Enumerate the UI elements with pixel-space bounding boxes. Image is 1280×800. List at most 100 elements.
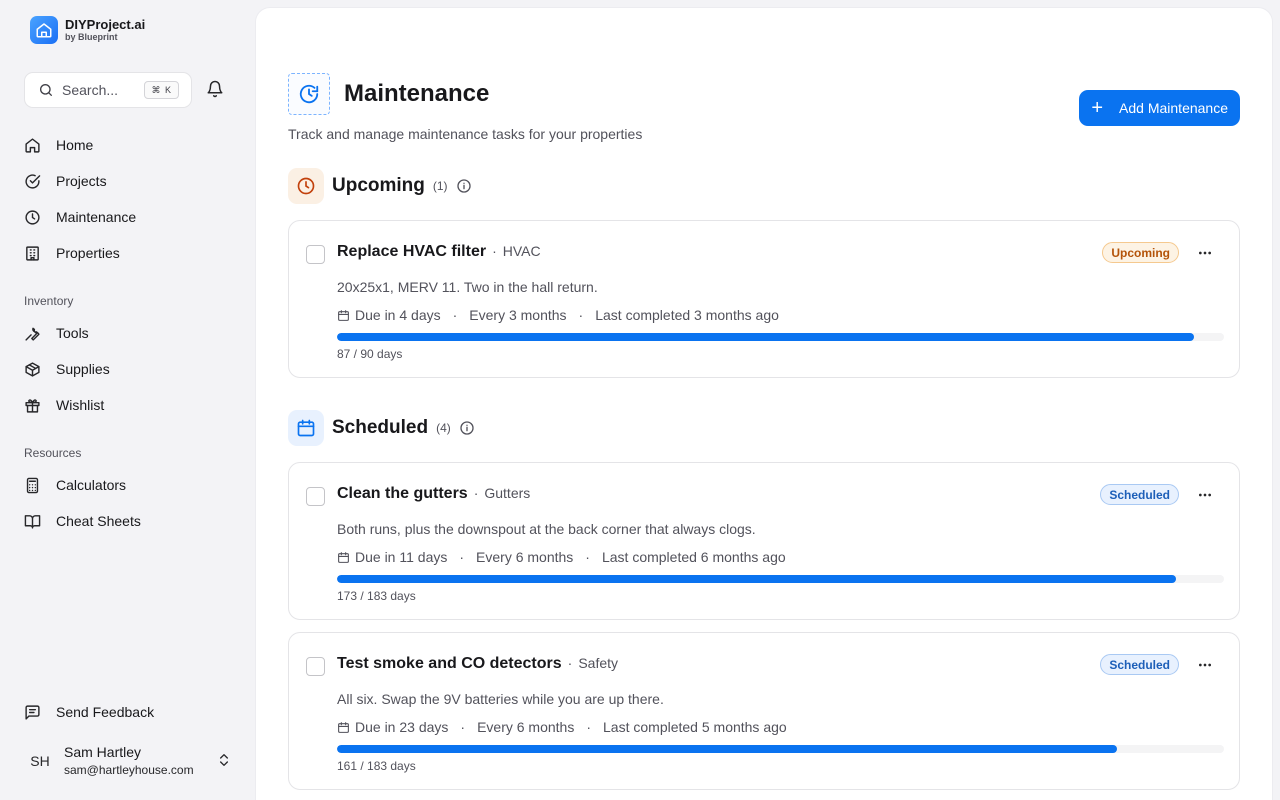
- more-options-button[interactable]: [1195, 243, 1215, 263]
- page-subtitle: Track and manage maintenance tasks for y…: [288, 126, 643, 142]
- task-name: Clean the gutters: [337, 485, 468, 502]
- more-options-button[interactable]: [1195, 655, 1215, 675]
- clock-icon: [288, 168, 324, 204]
- nav-item-wishlist[interactable]: Wishlist: [24, 387, 110, 423]
- separator-dot: ·: [460, 719, 466, 735]
- task-progress-fill: [337, 333, 1195, 341]
- task-category: Gutters: [484, 485, 531, 501]
- nav-item-tools[interactable]: Tools: [24, 315, 110, 351]
- nav-label: Calculators: [56, 477, 127, 493]
- task-progress-fill: [337, 745, 1118, 753]
- feedback-label: Send Feedback: [56, 704, 155, 720]
- task-last-completed: Last completed 3 months ago: [595, 307, 779, 323]
- task-checkbox[interactable]: [306, 487, 325, 506]
- nav-item-home[interactable]: Home: [24, 127, 136, 163]
- search-icon: [40, 84, 52, 96]
- separator-dot: ·: [578, 307, 584, 323]
- nav-main: Home Projects Maintenance Properties: [24, 127, 136, 271]
- user-menu[interactable]: SH Sam Hartley sam@hartleyhouse.com: [24, 740, 240, 782]
- status-badge: Upcoming: [1102, 242, 1179, 263]
- task-checkbox[interactable]: [306, 657, 325, 676]
- task-progress-label: 173 / 183 days: [337, 589, 416, 603]
- home-icon: [25, 137, 40, 153]
- check-circle-icon: [25, 173, 41, 189]
- avatar: SH: [30, 753, 50, 769]
- search-placeholder: Search...: [62, 82, 119, 98]
- task-category: Safety: [578, 655, 619, 671]
- notifications-button[interactable]: [206, 80, 226, 100]
- bell-icon: [207, 80, 223, 98]
- more-horizontal-icon: [1199, 663, 1211, 667]
- send-feedback-button[interactable]: Send Feedback: [24, 694, 154, 730]
- task-due: Due in 11 days: [355, 549, 448, 565]
- calendar-icon: [288, 410, 324, 446]
- plus-icon: +: [1091, 97, 1104, 119]
- search-input[interactable]: Search... ⌘ K: [24, 72, 192, 108]
- chevrons-up-down-icon: [220, 754, 228, 766]
- section-title: Upcoming: [332, 175, 425, 196]
- task-frequency: Every 6 months: [476, 549, 574, 565]
- more-horizontal-icon: [1199, 251, 1211, 255]
- task-card[interactable]: Clean the gutters · Gutters Scheduled Bo…: [288, 462, 1240, 620]
- nav-item-supplies[interactable]: Supplies: [24, 351, 110, 387]
- task-description: All six. Swap the 9V batteries while you…: [337, 691, 664, 707]
- nav-item-maintenance[interactable]: Maintenance: [24, 199, 136, 235]
- building-icon: [26, 245, 39, 261]
- task-description: Both runs, plus the downspout at the bac…: [337, 521, 756, 537]
- nav-item-calculators[interactable]: Calculators: [24, 467, 141, 503]
- nav-label: Projects: [56, 173, 107, 189]
- separator-dot: ·: [459, 549, 465, 565]
- book-icon: [24, 514, 41, 529]
- status-badge: Scheduled: [1100, 654, 1179, 675]
- section-title: Scheduled: [332, 417, 429, 438]
- info-icon[interactable]: [459, 420, 475, 436]
- nav-item-cheat-sheets[interactable]: Cheat Sheets: [24, 503, 141, 539]
- section-count: (1): [432, 179, 448, 193]
- nav-heading-resources: Resources: [24, 446, 82, 460]
- task-name: Replace HVAC filter: [337, 243, 487, 260]
- more-options-button[interactable]: [1195, 485, 1215, 505]
- wrench-icon: [25, 327, 40, 341]
- task-meta: Due in 4 days · Every 3 months · Last co…: [337, 307, 779, 323]
- nav-label: Tools: [56, 325, 89, 341]
- separator-dot: ·: [585, 549, 590, 565]
- nav-label: Maintenance: [56, 209, 137, 225]
- add-maintenance-button[interactable]: + Add Maintenance: [1079, 90, 1240, 126]
- more-horizontal-icon: [1199, 493, 1211, 497]
- status-badge: Scheduled: [1100, 484, 1179, 505]
- task-last-completed: Last completed 6 months ago: [601, 549, 786, 565]
- task-last-completed: Last completed 5 months ago: [603, 719, 787, 735]
- task-card[interactable]: Replace HVAC filter · HVAC Upcoming 20x2…: [288, 220, 1240, 378]
- separator-dot: ·: [567, 655, 573, 671]
- brand-sub: by Blueprint: [65, 32, 118, 42]
- task-progress-bar: [337, 333, 1224, 341]
- nav-label: Cheat Sheets: [56, 513, 141, 529]
- task-checkbox[interactable]: [306, 245, 325, 264]
- task-card[interactable]: Test smoke and CO detectors · Safety Sch…: [288, 632, 1240, 790]
- section-scheduled-header: Scheduled (4): [288, 410, 475, 446]
- search-shortcut: ⌘ K: [144, 81, 179, 99]
- task-due: Due in 4 days: [355, 307, 441, 323]
- task-progress-bar: [337, 745, 1224, 753]
- task-name: Test smoke and CO detectors: [337, 655, 562, 672]
- logo-icon: [30, 16, 58, 44]
- nav-label: Wishlist: [56, 397, 105, 413]
- section-upcoming-header: Upcoming (1): [288, 168, 472, 204]
- task-due: Due in 23 days: [355, 719, 449, 735]
- separator-dot: ·: [473, 485, 479, 501]
- brand[interactable]: DIYProject.ai by Blueprint: [30, 16, 145, 44]
- nav-item-projects[interactable]: Projects: [24, 163, 136, 199]
- nav-resources: Calculators Cheat Sheets: [24, 467, 141, 539]
- task-frequency: Every 3 months: [469, 307, 567, 323]
- page-title: Maintenance: [344, 80, 490, 107]
- separator-dot: ·: [586, 719, 592, 735]
- user-email: sam@hartleyhouse.com: [64, 763, 194, 777]
- message-icon: [25, 704, 40, 720]
- nav-item-properties[interactable]: Properties: [24, 235, 136, 271]
- task-meta: Due in 11 days · Every 6 months · Last c…: [337, 549, 786, 565]
- task-progress-label: 161 / 183 days: [337, 759, 416, 773]
- task-progress-label: 87 / 90 days: [337, 347, 403, 361]
- separator-dot: ·: [492, 243, 497, 259]
- info-icon[interactable]: [456, 178, 472, 194]
- nav-label: Properties: [56, 245, 120, 261]
